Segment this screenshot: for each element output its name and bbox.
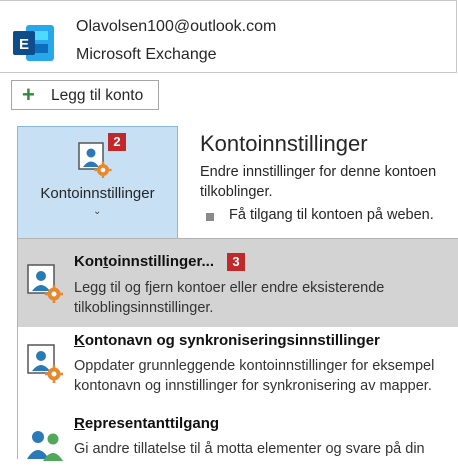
add-account-button[interactable]: + Legg til konto (11, 80, 159, 110)
menu-item-description: Gi andre tillatelse til å motta elemente… (74, 441, 425, 457)
menu-item-title: Kontonavn og synkroniseringsinnstillinge… (74, 332, 380, 349)
delegate-people-icon (26, 425, 64, 465)
menu-item-account-settings[interactable]: Kontoinnstillinger... 3 Legg til og fjer… (18, 239, 458, 327)
menu-item-account-name-sync[interactable]: Kontonavn og synkroniseringsinnstillinge… (18, 327, 458, 405)
web-access-link[interactable]: Få tilgang til kontoen på weben. (229, 207, 434, 223)
page-title: Kontoinnstillinger (200, 131, 368, 156)
account-settings-icon (78, 142, 112, 178)
exchange-logo-icon: E (12, 23, 56, 63)
menu-item-description: Oppdater grunnleggende kontoinnstillinge… (74, 358, 435, 374)
menu-item-description: Legg til og fjern kontoer eller endre ek… (74, 280, 385, 296)
add-account-label: Legg til konto (51, 87, 144, 104)
plus-icon: + (22, 82, 35, 107)
menu-item-title: Representanttilgang (74, 415, 220, 432)
menu-item-description-cont: tilkoblingsinnstillinger. (74, 300, 214, 316)
account-type: Microsoft Exchange (76, 46, 217, 63)
step-badge: 2 (108, 133, 126, 151)
menu-item-title: Kontoinnstillinger... (74, 253, 215, 270)
account-settings-button[interactable]: 2 Kontoinnstillinger ⌄ (17, 126, 178, 239)
step-badge: 3 (227, 253, 245, 271)
menu-item-delegate-access[interactable]: Representanttilgang Gi andre tillatelse … (18, 405, 458, 461)
account-settings-menu: Kontoinnstillinger... 3 Legg til og fjer… (17, 238, 458, 461)
settings-description: Endre innstillinger for denne kontoen (200, 164, 437, 180)
svg-text:E: E (19, 36, 29, 53)
account-settings-label: Kontoinnstillinger (40, 185, 155, 202)
account-selector[interactable]: E Olavolsen100@outlook.com Microsoft Exc… (0, 0, 457, 73)
chevron-down-icon: ⌄ (93, 206, 102, 217)
menu-item-description-cont: kontonavn og innstillinger for synkronis… (74, 378, 432, 394)
account-email: Olavolsen100@outlook.com (76, 18, 277, 35)
account-settings-icon (26, 343, 64, 383)
settings-description-cont: tilkoblinger. (200, 184, 273, 200)
account-settings-icon (26, 263, 64, 303)
bullet-icon (206, 213, 214, 221)
